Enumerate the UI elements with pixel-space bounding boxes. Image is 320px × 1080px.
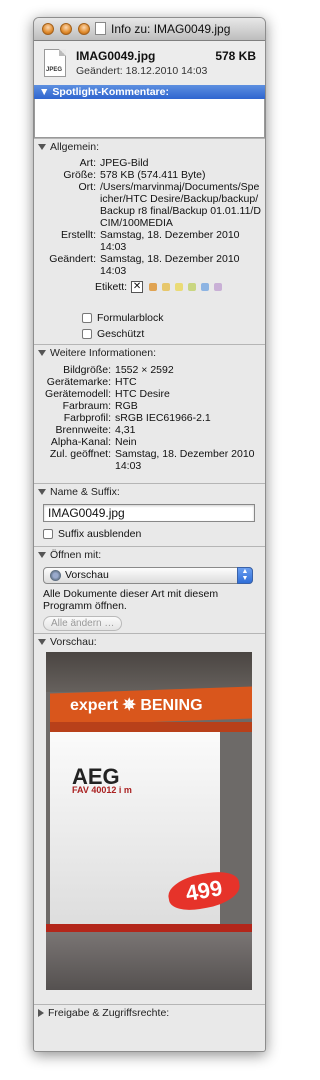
preview-app-icon: [50, 569, 61, 581]
spotlight-section: ▼ Spotlight-Kommentare:: [34, 85, 265, 138]
preview-label: Vorschau:: [50, 636, 97, 648]
etikett-label: Etikett:: [95, 281, 128, 293]
title-bar: Info zu: IMAG0049.jpg: [34, 18, 265, 41]
formularblock-checkbox[interactable]: Formularblock: [82, 310, 164, 326]
file-modified: Geändert: 18.12.2010 14:03: [76, 65, 208, 77]
disclosure-triangle-icon: [38, 489, 46, 496]
info-row: Art: JPEG-Bild: [79, 157, 149, 169]
info-row: Farbraum: RGB: [62, 400, 138, 412]
label-blue-icon[interactable]: [201, 283, 210, 291]
preview-banner-text: expert ✵ BENING: [70, 697, 203, 714]
open-with-label: Öffnen mit:: [50, 549, 102, 561]
info-row: Ort:/Users/marvinmaj/Documents/Speicher/…: [78, 181, 261, 229]
open-with-disclosure[interactable]: Öffnen mit:: [34, 547, 265, 563]
zoom-button[interactable]: [78, 23, 90, 35]
preview-section: Vorschau: expert ✵ BENING AEG FAV 40012 …: [34, 633, 265, 1004]
no-label-x-icon[interactable]: ✕: [131, 281, 144, 293]
label-orange-icon[interactable]: [149, 283, 158, 291]
label-green-icon[interactable]: [188, 283, 197, 291]
general-section: Allgemein: Art: JPEG-Bild Größe: 578 KB (5…: [34, 138, 265, 344]
file-name-field[interactable]: IMAG0049.jpg: [43, 504, 255, 522]
more-info-label: Weitere Informationen:: [50, 347, 157, 359]
preview-model-text: FAV 40012 i m: [72, 785, 132, 795]
general-checkboxes: Formularblock Geschützt: [82, 310, 164, 342]
info-row: Alpha-Kanal: Nein: [50, 436, 137, 448]
info-row: Farbprofil: sRGB IEC61966-2.1: [63, 412, 211, 424]
window-title: Info zu: IMAG0049.jpg: [111, 22, 231, 36]
geschuetzt-checkbox[interactable]: Geschützt: [82, 326, 164, 342]
minimize-button[interactable]: [60, 23, 72, 35]
file-name: IMAG0049.jpg: [76, 49, 156, 63]
spotlight-disclosure[interactable]: ▼ Spotlight-Kommentare:: [34, 85, 265, 99]
name-suffix-section: Name & Suffix: IMAG0049.jpg Suffix ausbl…: [34, 483, 265, 546]
general-disclosure[interactable]: Allgemein:: [34, 139, 265, 155]
change-all-button[interactable]: Alle ändern …: [43, 616, 123, 631]
close-button[interactable]: [42, 23, 54, 35]
document-icon: [95, 22, 106, 35]
general-info-list: Art: JPEG-Bild Größe: 578 KB (574.411 Byte…: [34, 155, 265, 277]
checkbox-icon: [43, 529, 53, 540]
info-row: Geändert: Samstag, 18. Dezember 2010 14:0…: [49, 253, 240, 277]
application-name: Vorschau: [65, 569, 109, 581]
image-preview: expert ✵ BENING AEG FAV 40012 i m 499: [46, 652, 252, 990]
disclosure-triangle-icon: [38, 552, 46, 559]
checkbox-icon: [82, 329, 92, 340]
open-with-section: Öffnen mit: Vorschau ▲ ▼ Alle Dokumente d…: [34, 546, 265, 633]
label-light-yellow-icon[interactable]: [175, 283, 184, 291]
name-suffix-label: Name & Suffix:: [50, 486, 120, 498]
jpeg-file-icon: JPEG: [44, 49, 66, 77]
more-info-section: Weitere Informationen: Bildgröße: 1552 × …: [34, 344, 265, 483]
disclosure-triangle-icon: [38, 639, 46, 646]
application-popup[interactable]: Vorschau ▲ ▼: [43, 567, 253, 584]
disclosure-triangle-icon: [38, 144, 46, 151]
more-info-disclosure[interactable]: Weitere Informationen:: [34, 345, 265, 361]
label-purple-icon[interactable]: [214, 283, 223, 291]
popup-arrows-icon: ▲ ▼: [237, 567, 253, 584]
info-row: Gerätemodell: HTC Desire: [45, 388, 170, 400]
file-header: JPEG IMAG0049.jpg 578 KB Geändert: 18.12…: [34, 41, 265, 85]
spotlight-label: Spotlight-Kommentare:: [52, 86, 169, 98]
sharing-disclosure[interactable]: Freigabe & Zugriffsrechte:: [34, 1005, 265, 1021]
name-suffix-disclosure[interactable]: Name & Suffix:: [34, 484, 265, 500]
label-picker: Etikett: ✕: [95, 281, 227, 293]
hide-suffix-checkbox[interactable]: Suffix ausblenden: [43, 526, 265, 542]
preview-disclosure[interactable]: Vorschau:: [34, 634, 265, 650]
file-type-tag: JPEG: [46, 67, 63, 73]
sharing-section: Freigabe & Zugriffsrechte:: [34, 1004, 265, 1021]
general-label: Allgemein:: [50, 141, 100, 153]
info-row: Bildgröße: 1552 × 2592: [63, 364, 174, 376]
spotlight-comment-field[interactable]: [34, 99, 265, 138]
info-window: Info zu: IMAG0049.jpg JPEG IMAG0049.jpg …: [33, 17, 266, 1052]
info-row: Brennweite: 4,31: [55, 424, 136, 436]
info-row: Gerätemarke: HTC: [46, 376, 137, 388]
info-row: Erstellt: Samstag, 18. Dezember 2010 14:0…: [60, 229, 240, 253]
file-size: 578 KB: [215, 49, 256, 63]
more-info-list: Bildgröße: 1552 × 2592 Gerätemarke: HTC Ge…: [34, 361, 265, 472]
disclosure-triangle-icon: [38, 1009, 44, 1018]
open-with-note: Alle Dokumente dieser Art mit diesem Pro…: [43, 588, 219, 612]
disclosure-triangle-icon: [38, 350, 46, 357]
sharing-label: Freigabe & Zugriffsrechte:: [48, 1007, 170, 1019]
info-row: Größe: 578 KB (574.411 Byte): [63, 169, 206, 181]
info-row: Zul. geöffnet: Samstag, 18. Dezember 2010…: [49, 448, 255, 472]
label-yellow-icon[interactable]: [162, 283, 171, 291]
checkbox-icon: [82, 313, 92, 324]
